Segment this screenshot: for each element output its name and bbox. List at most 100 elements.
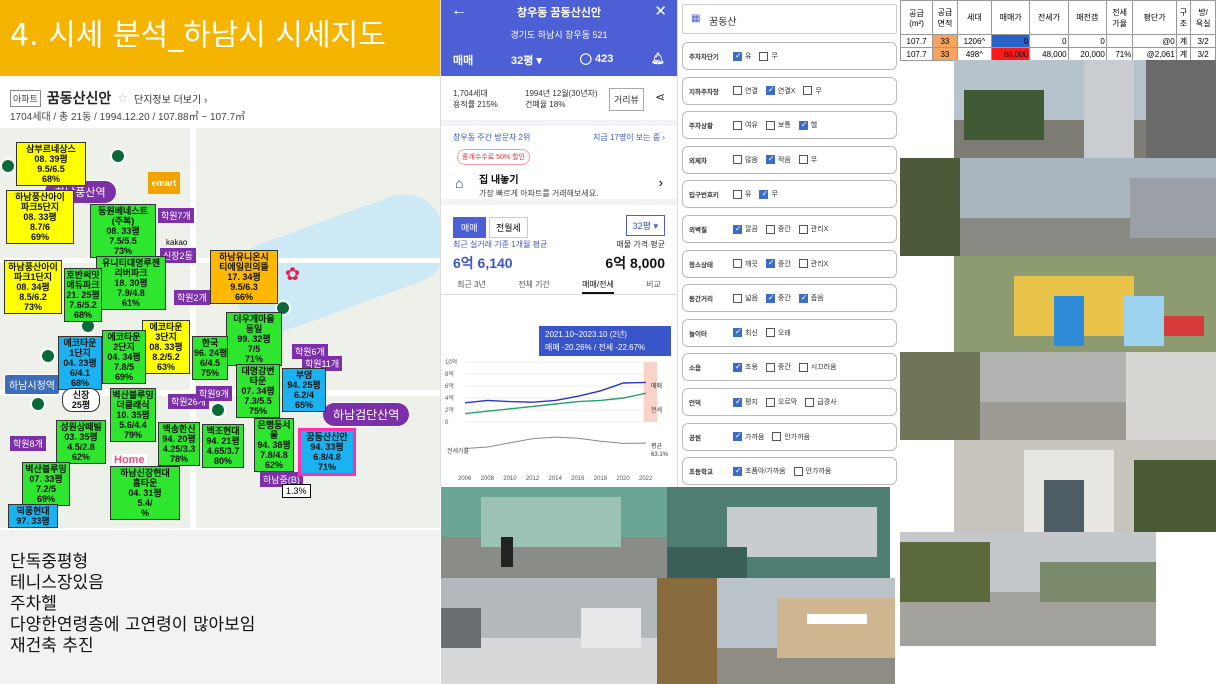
map-price-tag[interactable]: 덕풍현대 97. 33평 [8,504,58,528]
apt-more-link[interactable]: 단지정보 더보기 › [134,91,207,106]
map-price-tag[interactable]: 하남유니온시 티에일린의뜰 17. 34평 9.5/6.3 66% [210,250,278,304]
checkbox[interactable] [765,120,775,130]
sell-home-banner[interactable]: ⌂ 집 내놓기 가장 빠르게 아파트를 거래해보세요. › [441,165,677,205]
checkbox[interactable] [733,397,742,407]
checklist-option[interactable]: 연결 [733,86,758,96]
checklist-option[interactable]: 초품아/가까움 [733,466,786,476]
checkbox[interactable] [798,224,808,234]
checkbox[interactable] [765,362,775,372]
tab-period-active[interactable]: 매매/전세 [582,279,614,294]
checkbox[interactable] [798,362,808,372]
checkbox[interactable] [765,328,775,338]
checkbox[interactable] [733,155,742,165]
checkbox[interactable] [765,293,775,303]
checklist-option[interactable]: 무 [759,189,778,199]
checkbox[interactable] [733,86,742,96]
checklist-option[interactable]: 무 [759,51,778,61]
checklist-option[interactable]: 넓음 [733,293,758,303]
checklist-option[interactable]: 가까움 [733,431,764,442]
map-price-tag[interactable]: 하남풍산아이 파크1단지 08. 34평 8.5/6.2 73% [4,260,62,314]
checkbox[interactable] [793,466,803,476]
search-input[interactable]: ▦ 꿈동산 [682,4,897,34]
checkbox[interactable] [759,51,769,61]
checkbox[interactable] [733,259,742,269]
map-price-tag[interactable]: 한국 96. 24평 6/4.5 75% [192,336,228,380]
checklist-option[interactable]: 안가까움 [793,466,831,476]
star-icon[interactable]: ☆ [117,91,128,105]
map-price-tag[interactable]: 에코타운 2단지 04. 34평 7.8/5 69% [102,330,146,384]
checklist-option[interactable]: 보통 [765,120,791,130]
map-price-tag[interactable]: 백조현대 94. 21평 4.65/3.7 80% [202,424,244,468]
checklist-option[interactable]: 안가까움 [772,432,810,442]
map-price-tag[interactable]: 신장 25평 [62,388,100,412]
close-icon[interactable]: ✕ [654,2,667,20]
checklist-option[interactable]: 유 [733,51,751,61]
checklist-option[interactable]: 무 [798,155,817,165]
checkbox[interactable] [733,466,742,476]
checkbox[interactable] [765,258,775,269]
station-hanam-geomdan[interactable]: 하남검단산역 [322,402,411,427]
map-price-tag[interactable]: 더우개마을 동일 99. 32평 7/5 71% [226,312,282,366]
map-price-tag[interactable]: 하남풍산아이 파크5단지 08. 33평 8.7/6 69% [6,190,74,244]
checklist-option[interactable]: 깨끗 [733,259,758,269]
checklist-option[interactable]: 적음 [765,154,791,165]
checkbox[interactable] [765,397,775,407]
checkbox[interactable] [798,259,808,269]
checklist-option[interactable]: 최신 [733,327,758,338]
checkbox[interactable] [798,155,808,165]
checkbox[interactable] [765,85,775,96]
map-price-tag[interactable]: 벽산블루밍 더클래식 10. 35평 5.6/4.4 79% [110,388,156,442]
checkbox[interactable] [733,189,742,199]
checklist-option[interactable]: 중간 [765,293,791,303]
checklist-option[interactable]: 많음 [733,155,758,165]
map-price-tag[interactable]: 호반써밋 에듀파크 21. 25평 7.6/5.2 68% [64,268,102,322]
checklist-option[interactable]: 조용 [733,362,758,372]
checklist-option[interactable]: 관리X [798,259,828,269]
station-hanam-cityhall[interactable]: 하남시청역 [4,374,60,395]
checklist-option[interactable]: 중간 [765,258,791,269]
bell-icon[interactable]: 🔔︎ [651,52,665,68]
size-select[interactable]: 32평 ▾ [511,52,542,68]
size-dropdown[interactable]: 32평 ▾ [625,215,665,236]
map-price-tag[interactable]: 부영 94. 25평 6.2/4 65% [282,368,326,412]
deal-type-select[interactable]: 매매 [453,52,473,68]
checkbox[interactable] [772,432,782,442]
checklist-option[interactable]: 깔끔 [733,224,758,234]
checklist-option[interactable]: 헬 [798,120,817,130]
checklist-option[interactable]: 오래 [765,328,791,338]
checklist-option[interactable]: 여유 [733,120,758,130]
checkbox[interactable] [733,431,742,442]
checklist-option[interactable]: 관리X [798,224,828,234]
checkbox[interactable] [733,120,742,130]
checklist-option[interactable]: 중간 [765,362,791,372]
checklist-option[interactable]: 연결X [765,85,795,96]
checkbox[interactable] [733,224,742,234]
checklist-option[interactable]: 평지 [733,397,758,407]
checkbox[interactable] [798,293,808,303]
checkbox[interactable] [733,51,742,61]
checkbox[interactable] [765,154,775,165]
map-price-tag[interactable]: 에코타운 3단지 08. 33평 8.2/5.2 63% [142,320,190,374]
map-price-tag[interactable]: 은행동서 울 94. 38평 7.8/4.8 62% [254,418,294,472]
tab-rent[interactable]: 전월세 [489,217,528,238]
checklist-option[interactable]: 오르막 [765,397,797,407]
street-view-button[interactable]: 거리뷰 [609,88,644,111]
map-price-tag[interactable]: 백송한신 94. 20평 4.25/3.3 78% [158,422,200,466]
tab-period[interactable]: 최근 3년 [457,279,486,294]
map-price-tag-selected[interactable]: 꿈동산신안 94. 33평 6.8/4.8 71% [298,428,356,476]
comments-button[interactable]: ◯ 423 [580,52,614,68]
checkbox[interactable] [733,327,742,338]
map-price-tag[interactable]: 유니티대명루첸 리버파크 18. 30평 7.9/4.8 61% [96,256,166,310]
map-price-tag[interactable]: 하남신장현대 홈타운 04. 31평 5.4/ % [110,466,180,520]
map-price-tag[interactable]: 벽산블루밍 07. 33평 7.2/5 69% [22,462,70,506]
checkbox[interactable] [798,120,808,130]
checklist-option[interactable]: 시끄러움 [798,362,837,372]
checkbox[interactable] [803,86,813,96]
checkbox[interactable] [759,189,769,199]
checkbox[interactable] [765,224,775,234]
tab-sale[interactable]: 매매 [453,217,486,238]
checklist-option[interactable]: 무 [803,86,822,96]
map-price-tag[interactable]: 삼부르네상스 08. 39평 9.5/6.5 68% [16,142,86,186]
map-price-tag[interactable]: 에코타운 1단지 04. 23평 6/4.1 68% [58,336,102,390]
share-icon[interactable]: ⋖ [655,90,665,104]
